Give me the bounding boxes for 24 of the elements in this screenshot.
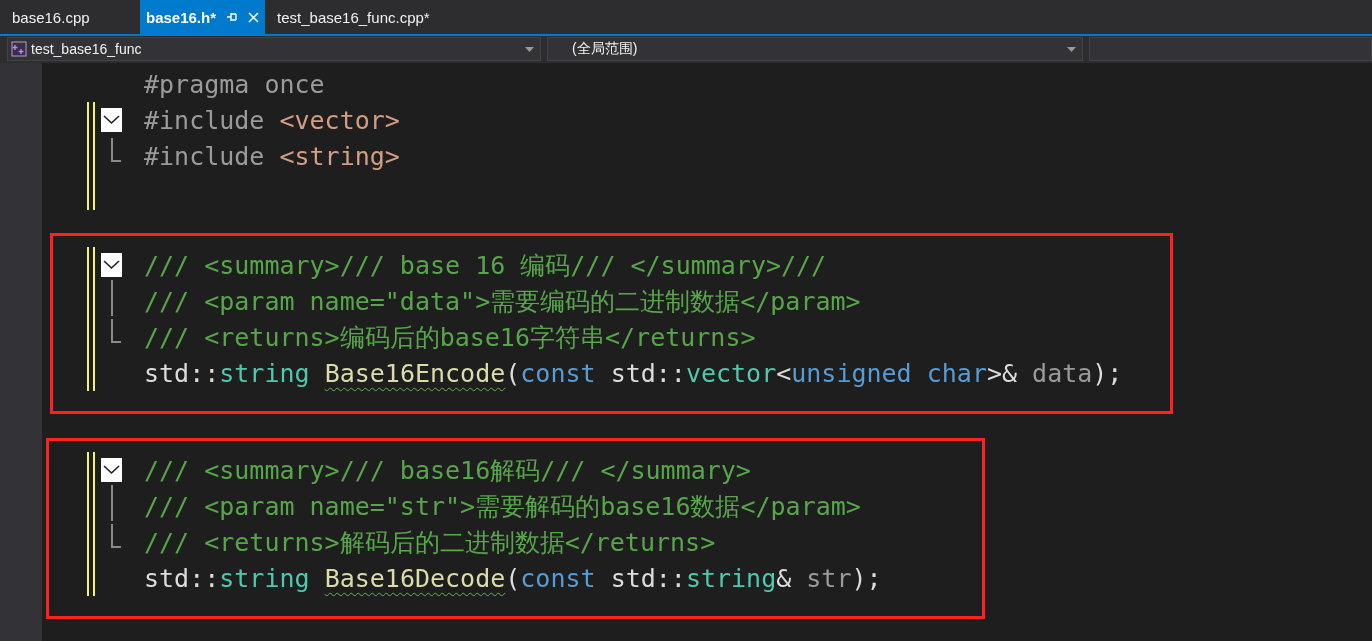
- code-line: std::string Base16Decode(const std::string& str);: [144, 563, 882, 593]
- code-line: /// <summary>/// base 16 编码/// </summary>///: [144, 249, 827, 282]
- scope-dropdown[interactable]: (全局范围): [547, 37, 1083, 61]
- code-line: /// <returns>编码后的base16字符串</returns>: [144, 321, 756, 354]
- code-line: /// <param name="data">需要编码的二进制数据</param>: [144, 285, 861, 318]
- editor-tab[interactable]: test_base16_func.cpp*: [265, 0, 442, 34]
- code-line: #include <vector>: [144, 105, 400, 135]
- close-icon[interactable]: [248, 11, 260, 23]
- caret-icon: [1067, 46, 1076, 52]
- collapse-icon[interactable]: [101, 108, 122, 132]
- code-line: std::string Base16Encode(const std::vector<unsigned char>& data);: [144, 358, 1123, 388]
- project-dropdown[interactable]: test_base16_func: [7, 37, 541, 61]
- code-line: #pragma once: [144, 69, 325, 99]
- code-line: #include <string>: [144, 141, 400, 171]
- code-line: /// <returns>解码后的二进制数据</returns>: [144, 526, 716, 559]
- project-icon: [11, 41, 27, 57]
- code-line: /// <summary>/// base16解码/// </summary>: [144, 454, 751, 487]
- collapse-icon[interactable]: [101, 458, 122, 482]
- editor-tab[interactable]: base16.cpp: [0, 0, 140, 34]
- caret-icon: [525, 46, 534, 52]
- pin-icon[interactable]: [226, 12, 239, 22]
- editor-tab[interactable]: base16.h*: [140, 0, 266, 34]
- collapse-icon[interactable]: [101, 253, 122, 277]
- code-line: /// <param name="str">需要解码的base16数据</param>: [144, 490, 861, 523]
